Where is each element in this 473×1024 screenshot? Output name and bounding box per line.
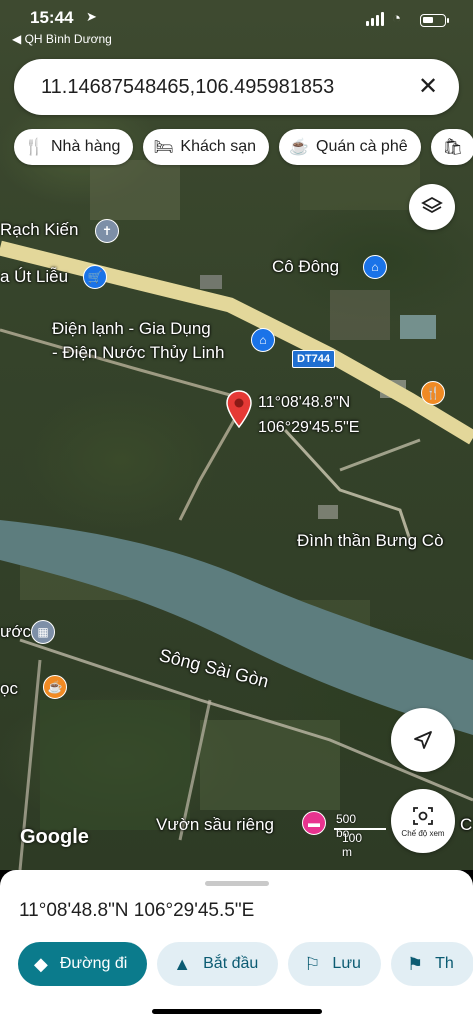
shop-icon[interactable]: ⌂ (251, 328, 275, 352)
shopping-icon: 🛍 (442, 139, 463, 156)
save-button[interactable]: ⚐ Lưu (288, 942, 381, 986)
shop-icon[interactable]: ⌂ (363, 255, 387, 279)
place-label-dinh-than[interactable]: Đình thần Bưng Cò (297, 531, 444, 551)
action-label: Đường đi (59, 955, 128, 972)
chip-label: Quán cà phê (316, 138, 408, 155)
road-shield: DT744 (292, 350, 336, 368)
shopping-cart-icon[interactable]: 🛒 (83, 265, 107, 289)
status-time: 15:44 (30, 8, 74, 27)
coordinates-title: 11°08'48.8"N 106°29'45.5"E (19, 900, 255, 921)
place-label-rach-kien[interactable]: Rạch Kiến (0, 220, 78, 240)
action-label: Th (435, 955, 454, 972)
pin-lat-label: 11°08'48.8"N (258, 394, 351, 411)
place-label-co-dong[interactable]: Cô Đông (272, 257, 339, 277)
pin-lng-label: 106°29'45.5"E (258, 419, 360, 436)
drag-handle[interactable] (205, 881, 269, 886)
google-attribution: Google (20, 826, 89, 848)
battery-icon (420, 14, 449, 27)
home-indicator[interactable] (152, 1009, 322, 1014)
navigate-icon: ▲ (173, 953, 192, 974)
lodging-icon[interactable]: ▬ (302, 811, 326, 835)
factory-icon[interactable]: ▦ (31, 620, 55, 644)
back-to-app-link[interactable]: ◀ QH Bình Dương (12, 32, 112, 46)
chip-label: Nhà hàng (51, 138, 121, 155)
lens-view-label: Chế độ xem (401, 828, 445, 838)
directions-icon: ◆ (34, 953, 48, 974)
hotel-icon: 🛏 (153, 139, 174, 156)
chip-restaurants[interactable]: 🍴 Nhà hàng (14, 129, 134, 165)
layers-button[interactable] (409, 184, 455, 230)
place-label-ut-lieu[interactable]: a Út Liễu (0, 267, 68, 287)
action-label: Bắt đầu (203, 955, 259, 972)
place-label-vuon-sau-rieng[interactable]: Vườn sầu riêng (156, 815, 274, 835)
cafe-icon: ☕ (289, 139, 309, 156)
restaurant-icon[interactable]: 🍴 (421, 381, 445, 405)
restaurant-icon: 🍴 (24, 139, 44, 156)
place-label-ngoc[interactable]: ọc (0, 679, 18, 699)
chip-cafes[interactable]: ☕ Quán cà phê (279, 129, 421, 165)
search-bar[interactable]: 11.14687548465,106.495981853 ✕ (14, 59, 459, 115)
start-button[interactable]: ▲ Bắt đầu (157, 942, 279, 986)
place-label-nuoc[interactable]: ước (0, 622, 31, 642)
bottom-sheet[interactable]: 11°08'48.8"N 106°29'45.5"E ◆ Đường đi ▲ … (0, 870, 473, 1024)
action-row: ◆ Đường đi ▲ Bắt đầu ⚐ Lưu ⚑ Th (18, 942, 473, 986)
place-label-dien-lanh-1[interactable]: Điện lạnh - Gia Dụng (52, 319, 211, 339)
place-label-dien-lanh-2[interactable]: - Điện Nước Thủy Linh (52, 343, 224, 363)
directions-button[interactable]: ◆ Đường đi (18, 942, 148, 986)
camera-lens-icon (413, 806, 433, 825)
lens-view-button[interactable]: Chế độ xem (391, 789, 455, 853)
layers-icon (421, 196, 443, 214)
chip-shopping[interactable]: 🛍 (430, 129, 473, 165)
navigation-arrow-icon (414, 731, 432, 749)
category-chips: 🍴 Nhà hàng 🛏 Khách sạn ☕ Quán cà phê 🛍 (14, 129, 473, 165)
close-icon[interactable]: ✕ (418, 72, 438, 102)
cellular-signal-icon (366, 12, 384, 26)
wifi-icon: ◔ (392, 10, 402, 27)
status-bar: 15:44 ➤ ◀ QH Bình Dương ◔ (0, 0, 473, 52)
chip-hotels[interactable]: 🛏 Khách sạn (143, 129, 269, 165)
place-label-edge[interactable]: C (460, 815, 472, 835)
chip-label: Khách sạn (180, 138, 256, 155)
cafe-icon[interactable]: ☕ (43, 675, 67, 699)
search-input[interactable]: 11.14687548465,106.495981853 (41, 76, 381, 99)
map-pin-icon[interactable] (226, 390, 252, 428)
action-label: Lưu (332, 955, 361, 972)
church-icon[interactable]: ✝ (95, 219, 119, 243)
location-arrow-icon: ➤ (86, 9, 97, 24)
scale-metric: 100 m (342, 831, 363, 859)
my-location-button[interactable] (391, 708, 455, 772)
flag-icon: ⚑ (406, 953, 424, 974)
bookmark-icon: ⚐ (304, 953, 321, 974)
label-button[interactable]: ⚑ Th (390, 942, 473, 986)
